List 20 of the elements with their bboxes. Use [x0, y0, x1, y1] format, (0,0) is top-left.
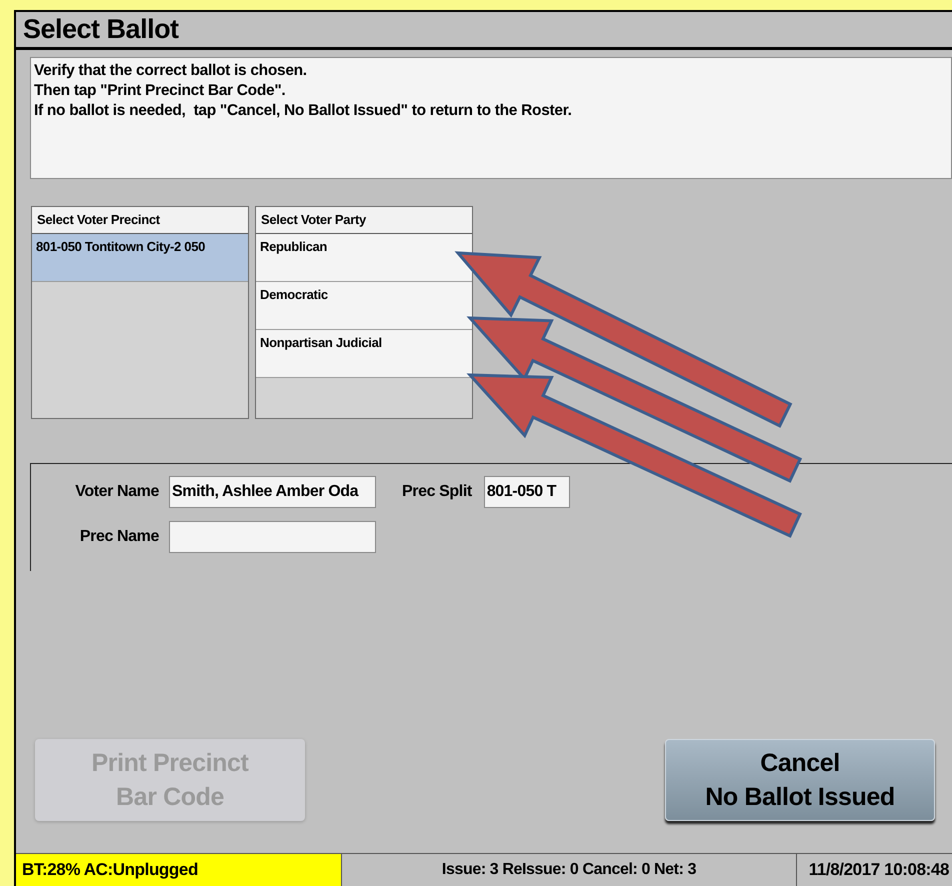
date-time: 11/8/2017 10:08:48 [808, 859, 950, 882]
instruction-text: If no ballot is needed, tap "Cancel, No Ballot Issued" to return to the Roster. [34, 101, 573, 121]
list-header: Select Voter Party [256, 207, 472, 234]
list-item[interactable]: Nonpartisan Judicial [256, 330, 472, 378]
instruction-text: Then tap "Print Precinct Bar Code". [34, 81, 286, 101]
voter-name-field[interactable]: Smith, Ashlee Amber Oda [169, 476, 376, 508]
power-status: BT:28% AC:Unplugged [16, 854, 342, 886]
instruction-text: Verify that the correct ballot is chosen. [34, 61, 308, 81]
list-item[interactable]: Democratic [256, 282, 472, 330]
list-item[interactable]: 801-050 Tontitown City-2 050 [32, 234, 248, 282]
window-title: Select Ballot [16, 12, 952, 50]
action-button[interactable]: Cancel No Ballot Issued [665, 739, 935, 821]
field-label: Prec Split [402, 482, 472, 502]
field-label: Voter Name [74, 482, 160, 502]
list-header: Select Voter Precinct [32, 207, 248, 234]
field-label: Prec Name [78, 527, 160, 547]
ballot-counts: Issue: 3 ReIssue: 0 Cancel: 0 Net: 3 [342, 854, 797, 886]
prec-split-field[interactable]: 801-050 T [484, 476, 570, 508]
prec-name-field[interactable] [169, 521, 376, 553]
list-item[interactable]: Republican [256, 234, 472, 282]
